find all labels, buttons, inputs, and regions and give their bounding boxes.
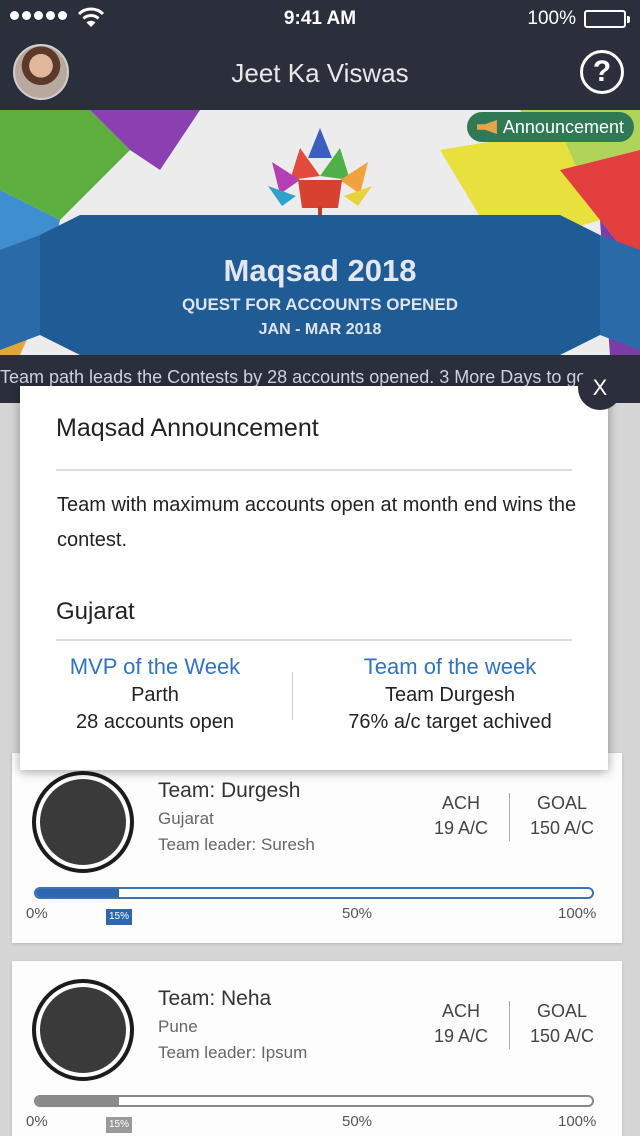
ach-label: ACH [441,793,480,813]
banner-title: Maqsad 2018 [223,253,417,288]
goal-label: GOAL [536,1001,588,1021]
divider [56,469,572,471]
ach-label: ACH [441,1001,480,1021]
team-leader: Team leader: Suresh [158,835,315,854]
region-heading: Gujarat [56,598,135,625]
modal-description: Team with maximum accounts open at month… [57,494,577,551]
tick-label: 0% [26,1113,48,1130]
team-city: Gujarat [158,809,214,828]
status-bar: 9:41 AM 100% [0,0,640,38]
battery-percent: 100% [527,8,576,29]
team-logo-empire-icon [32,979,134,1081]
ach-value: 19 A/C [433,1026,489,1046]
progress-marker: 15% [106,909,132,925]
close-modal-button[interactable]: X [578,366,622,410]
stat-divider [509,1001,510,1049]
banner-dates: JAN - MAR 2018 [258,321,382,338]
stat-divider [509,793,510,841]
team-of-week-section: Team of the week Team Durgesh 76% a/c ta… [312,654,588,734]
team-city: Pune [158,1017,198,1036]
app-title: Jeet Ka Viswas [231,58,409,88]
ticker-text: Team path leads the Contests by 28 accou… [0,367,587,387]
goal-value: 150 A/C [529,818,595,838]
goal-label: GOAL [536,793,588,813]
team-of-week-stat: 76% a/c target achived [348,711,552,733]
team-of-week-name: Team Durgesh [384,684,516,706]
battery-icon [584,10,630,28]
announcement-modal: Maqsad Announcement Team with maximum ac… [20,386,608,770]
tick-label: 0% [26,905,48,922]
team-card[interactable]: Team: Durgesh Gujarat Team leader: Sures… [12,753,622,943]
progress-bar [34,1095,594,1107]
banner-subtitle: QUEST FOR ACCOUNTS OPENED [181,295,459,314]
announcement-tag[interactable]: Announcement [466,112,634,142]
megaphone-icon [476,120,497,134]
team-card[interactable]: Team: Neha Pune Team leader: Ipsum ACH 1… [12,961,622,1136]
progress-marker: 15% [106,1117,132,1133]
progress-fill [36,1097,119,1105]
tick-label: 100% [558,1113,597,1130]
tick-label: 100% [558,905,597,922]
tick-label: 50% [342,905,373,922]
progress-bar [34,887,594,899]
team-leader: Team leader: Ipsum [158,1043,308,1062]
progress-fill [36,889,119,897]
ach-value: 19 A/C [433,818,489,838]
announcement-tag-label: Announcement [502,117,624,137]
app-header: Jeet Ka Viswas ? [0,38,640,110]
divider [56,639,572,641]
contest-banner[interactable]: Announcement Maqsad 2018 QUEST FOR ACCOU… [0,110,640,355]
mvp-stat: 28 accounts open [76,711,234,733]
modal-title: Maqsad Announcement [56,414,319,442]
team-name: Team: Durgesh [158,779,301,802]
goal-value: 150 A/C [529,1026,595,1046]
team-of-week-heading: Team of the week [363,654,537,679]
banner-text: Maqsad 2018 QUEST FOR ACCOUNTS OPENED JA… [0,253,640,339]
tick-label: 50% [342,1113,373,1130]
mvp-heading: MVP of the Week [69,654,241,679]
team-logo-horse-icon [32,771,134,873]
question-mark-icon[interactable]: ? [580,50,624,94]
mvp-section: MVP of the Week Parth 28 accounts open [50,654,260,734]
column-divider [292,672,293,720]
team-name: Team: Neha [158,987,272,1010]
mvp-name: Parth [131,684,179,706]
